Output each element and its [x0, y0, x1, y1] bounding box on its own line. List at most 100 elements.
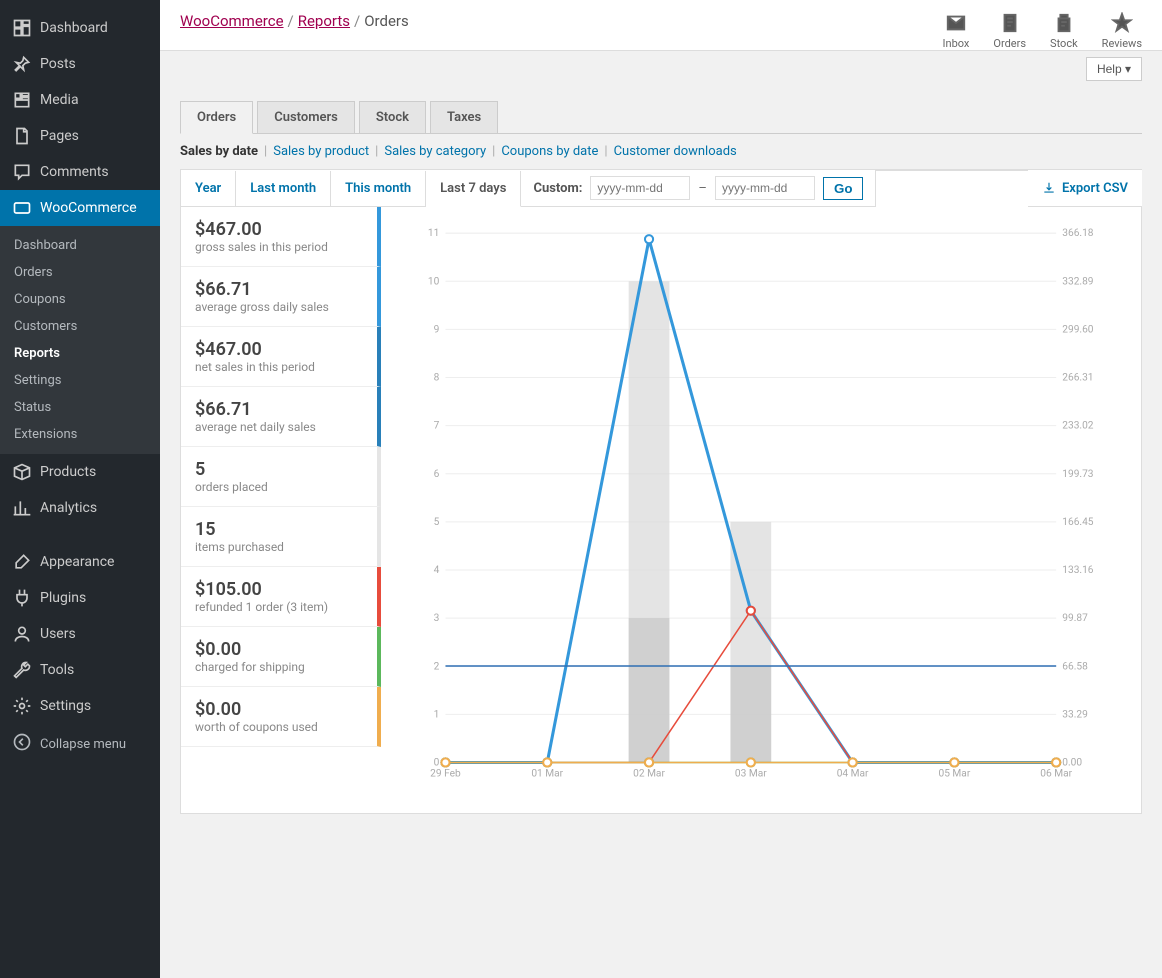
stat-label: charged for shipping [195, 660, 363, 674]
sidebar-item-analytics[interactable]: Analytics [0, 490, 160, 526]
download-icon [1042, 181, 1056, 195]
subtab-sales-by-date[interactable]: Sales by date [180, 144, 258, 159]
svg-text:6: 6 [434, 469, 440, 480]
sidebar-item-products[interactable]: Products [0, 454, 160, 490]
stat-net-sales-in-this-period[interactable]: $467.00net sales in this period [181, 327, 381, 387]
tab-orders[interactable]: Orders [180, 101, 253, 134]
topbar-stock-button[interactable]: Stock [1050, 12, 1078, 50]
svg-text:266.31: 266.31 [1062, 373, 1093, 384]
page-icon [12, 126, 32, 146]
sidebar-item-label: Products [40, 464, 96, 480]
svg-text:02 Mar: 02 Mar [633, 769, 665, 780]
sidebar-item-label: Posts [40, 56, 76, 72]
media-icon [12, 90, 32, 110]
sidebar-item-label: Appearance [40, 554, 114, 570]
stat-value: $105.00 [195, 579, 363, 600]
submenu-item-dashboard[interactable]: Dashboard [0, 232, 160, 259]
sidebar-item-posts[interactable]: Posts [0, 46, 160, 82]
svg-text:3: 3 [434, 613, 440, 624]
plug-icon [12, 588, 32, 608]
woo-icon [12, 198, 32, 218]
stat-label: refunded 1 order (3 item) [195, 600, 363, 614]
help-button[interactable]: Help ▾ [1086, 57, 1142, 81]
sidebar-item-media[interactable]: Media [0, 82, 160, 118]
breadcrumb-link[interactable]: Reports [298, 12, 350, 30]
submenu-item-settings[interactable]: Settings [0, 367, 160, 394]
stat-label: average gross daily sales [195, 300, 363, 314]
user-icon [12, 624, 32, 644]
stat-gross-sales-in-this-period[interactable]: $467.00gross sales in this period [181, 207, 381, 267]
svg-text:05 Mar: 05 Mar [939, 769, 971, 780]
date-from-input[interactable] [590, 176, 690, 200]
submenu-item-orders[interactable]: Orders [0, 259, 160, 286]
subtab-sales-by-product[interactable]: Sales by product [273, 144, 369, 159]
date-to-input[interactable] [715, 176, 815, 200]
tab-taxes[interactable]: Taxes [430, 101, 498, 133]
stat-worth-of-coupons-used[interactable]: $0.00worth of coupons used [181, 687, 381, 747]
stat-items-purchased[interactable]: 15items purchased [181, 507, 381, 567]
analytics-icon [12, 498, 32, 518]
svg-text:4: 4 [434, 565, 440, 576]
stat-label: net sales in this period [195, 360, 363, 374]
stat-charged-for-shipping[interactable]: $0.00charged for shipping [181, 627, 381, 687]
settings-icon [12, 696, 32, 716]
go-button[interactable]: Go [823, 177, 864, 200]
stat-value: $467.00 [195, 339, 363, 360]
stat-orders-placed[interactable]: 5orders placed [181, 447, 381, 507]
stat-value: $0.00 [195, 699, 363, 720]
sidebar-item-label: Comments [40, 164, 109, 180]
submenu-item-status[interactable]: Status [0, 394, 160, 421]
sidebar-item-appearance[interactable]: Appearance [0, 544, 160, 580]
sidebar-item-plugins[interactable]: Plugins [0, 580, 160, 616]
sidebar-item-label: Tools [40, 662, 74, 678]
sidebar-item-pages[interactable]: Pages [0, 118, 160, 154]
main-content: WooCommerce/Reports/Orders InboxOrdersSt… [160, 0, 1162, 978]
sidebar-item-woocommerce[interactable]: WooCommerce [0, 190, 160, 226]
topbar-orders-button[interactable]: Orders [993, 12, 1026, 50]
svg-text:2: 2 [434, 661, 440, 672]
stat-value: $0.00 [195, 639, 363, 660]
subtab-sales-by-category[interactable]: Sales by category [384, 144, 486, 159]
submenu-item-extensions[interactable]: Extensions [0, 421, 160, 448]
sidebar-item-dashboard[interactable]: Dashboard [0, 10, 160, 46]
orders-icon [999, 12, 1021, 37]
stat-refunded-1-order-(3-item)[interactable]: $105.00refunded 1 order (3 item) [181, 567, 381, 627]
pin-icon [12, 54, 32, 74]
sidebar-item-settings[interactable]: Settings [0, 688, 160, 724]
collapse-menu-button[interactable]: Collapse menu [0, 724, 160, 764]
sidebar-item-users[interactable]: Users [0, 616, 160, 652]
stat-label: worth of coupons used [195, 720, 363, 734]
breadcrumb-link[interactable]: WooCommerce [180, 12, 284, 30]
sidebar-item-tools[interactable]: Tools [0, 652, 160, 688]
stat-value: $66.71 [195, 279, 363, 300]
stat-average-net-daily-sales[interactable]: $66.71average net daily sales [181, 387, 381, 447]
subtab-customer-downloads[interactable]: Customer downloads [614, 144, 737, 159]
sidebar-item-label: Analytics [40, 500, 97, 516]
topbar-inbox-button[interactable]: Inbox [943, 12, 970, 50]
submenu-item-coupons[interactable]: Coupons [0, 286, 160, 313]
subtab-coupons-by-date[interactable]: Coupons by date [501, 144, 598, 159]
range-last-7-days[interactable]: Last 7 days [426, 171, 521, 207]
stock-icon [1053, 12, 1075, 37]
range-last-month[interactable]: Last month [236, 171, 331, 207]
svg-text:99.87: 99.87 [1062, 613, 1088, 624]
star-icon [1111, 12, 1133, 37]
tab-stock[interactable]: Stock [359, 101, 426, 133]
svg-text:332.89: 332.89 [1062, 276, 1094, 287]
svg-text:01 Mar: 01 Mar [531, 769, 563, 780]
tab-customers[interactable]: Customers [257, 101, 355, 133]
submenu-item-customers[interactable]: Customers [0, 313, 160, 340]
submenu-item-reports[interactable]: Reports [0, 340, 160, 367]
stat-value: 15 [195, 519, 363, 540]
stat-average-gross-daily-sales[interactable]: $66.71average gross daily sales [181, 267, 381, 327]
range-this-month[interactable]: This month [331, 171, 426, 207]
export-csv-button[interactable]: Export CSV [1028, 171, 1142, 207]
brush-icon [12, 552, 32, 572]
range-year[interactable]: Year [181, 171, 236, 207]
topbar-reviews-button[interactable]: Reviews [1102, 12, 1142, 50]
sidebar-item-comments[interactable]: Comments [0, 154, 160, 190]
sidebar-item-label: WooCommerce [40, 200, 137, 216]
svg-text:133.16: 133.16 [1062, 565, 1094, 576]
svg-text:03 Mar: 03 Mar [735, 769, 767, 780]
svg-text:8: 8 [434, 373, 440, 384]
